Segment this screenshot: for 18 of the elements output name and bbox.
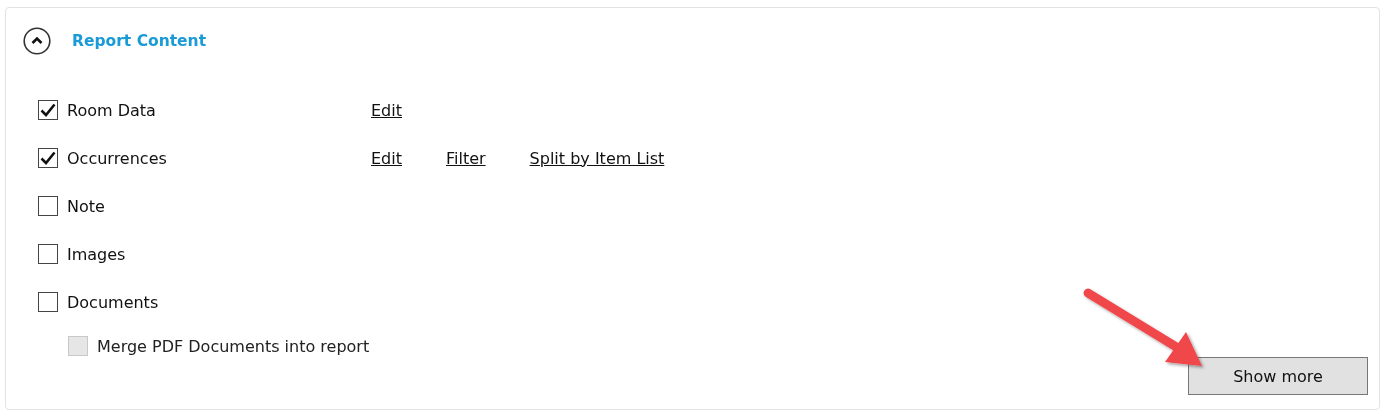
checkbox[interactable] [38, 292, 58, 312]
checkbox[interactable] [38, 100, 58, 120]
checkbox-label: Documents [67, 292, 159, 312]
show-more-button[interactable]: Show more [1188, 357, 1368, 395]
checkbox[interactable] [38, 244, 58, 264]
checkbox[interactable] [38, 196, 58, 216]
collapse-toggle-icon[interactable] [23, 27, 51, 55]
checkbox[interactable] [38, 148, 58, 168]
link[interactable]: Edit [371, 148, 402, 168]
checkbox-label: Merge PDF Documents into report [97, 336, 370, 356]
link[interactable]: Filter [446, 148, 486, 168]
checkbox-label: Occurrences [67, 148, 167, 168]
link[interactable]: Split by Item List [529, 148, 665, 168]
checkbox-label: Note [67, 196, 105, 216]
link[interactable]: Edit [371, 100, 402, 120]
section-title: Report Content [72, 32, 207, 50]
checkbox-label: Room Data [67, 100, 156, 120]
checkbox-label: Images [67, 244, 126, 264]
